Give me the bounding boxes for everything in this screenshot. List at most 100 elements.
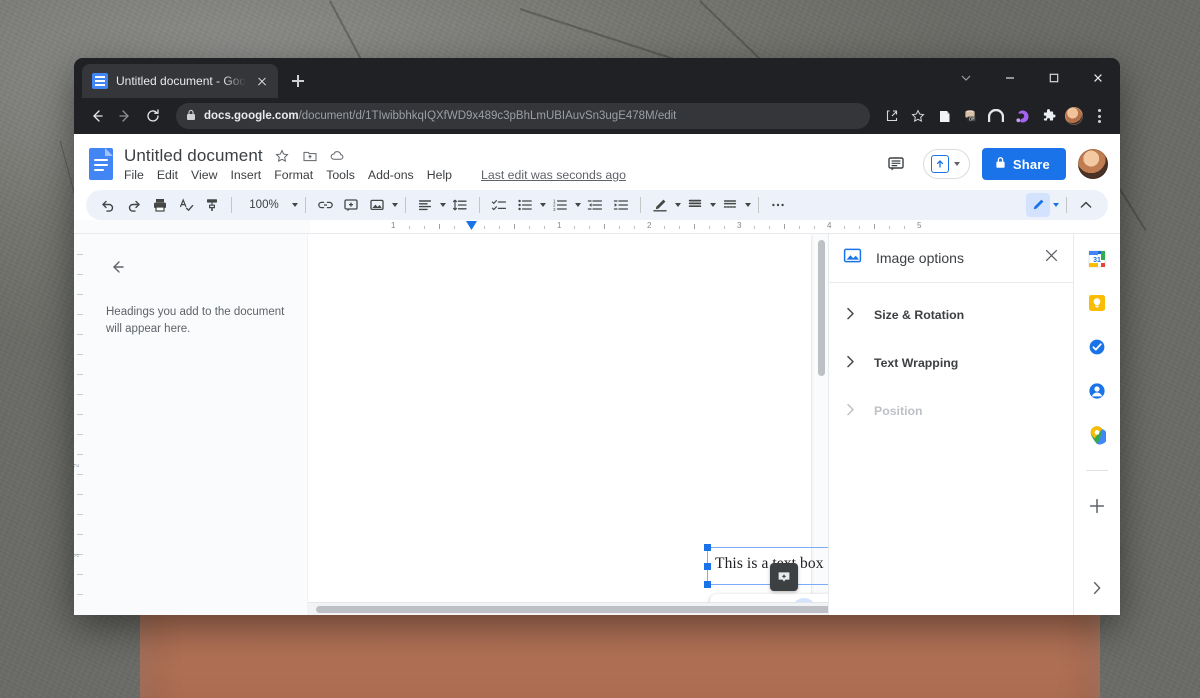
- document-title[interactable]: Untitled document: [124, 146, 263, 166]
- google-keep-icon[interactable]: [1086, 292, 1108, 314]
- horizontal-scroll-thumb[interactable]: [316, 606, 828, 613]
- minimize-button[interactable]: [988, 58, 1032, 98]
- share-button[interactable]: Share: [982, 148, 1066, 180]
- present-meet-button[interactable]: [923, 149, 970, 179]
- menu-insert[interactable]: Insert: [230, 168, 261, 182]
- close-window-button[interactable]: [1076, 58, 1120, 98]
- outline-collapse-back-icon[interactable]: [106, 256, 128, 278]
- reload-icon[interactable]: [140, 103, 166, 129]
- spellcheck-icon[interactable]: [174, 193, 198, 217]
- account-avatar[interactable]: [1078, 149, 1108, 179]
- toolbar-divider: [405, 197, 406, 213]
- borders-icon[interactable]: [718, 193, 742, 217]
- menu-format[interactable]: Format: [274, 168, 313, 182]
- more-options-icon[interactable]: [766, 193, 790, 217]
- resize-handle-bottom-left[interactable]: [704, 581, 711, 588]
- comment-history-icon[interactable]: [881, 149, 911, 179]
- close-icon[interactable]: [1044, 248, 1059, 268]
- page-extension-icon[interactable]: [932, 104, 956, 128]
- text-color-icon[interactable]: [648, 193, 672, 217]
- line-spacing-icon[interactable]: [448, 193, 472, 217]
- image-options-section-text-wrapping[interactable]: Text Wrapping: [829, 339, 1073, 387]
- tab-close-icon[interactable]: [254, 73, 270, 89]
- decrease-indent-icon[interactable]: [583, 193, 607, 217]
- forward-arrow-icon[interactable]: [112, 103, 138, 129]
- star-icon[interactable]: [273, 147, 291, 165]
- menu-tools[interactable]: Tools: [326, 168, 355, 182]
- menu-edit[interactable]: Edit: [157, 168, 178, 182]
- highlight-chevron-icon[interactable]: [710, 203, 716, 207]
- cloud-saved-icon[interactable]: [329, 147, 347, 165]
- highlight-icon[interactable]: [683, 193, 707, 217]
- editing-mode-chevron-icon[interactable]: [1053, 203, 1059, 207]
- editing-mode-icon[interactable]: [1026, 193, 1050, 217]
- back-arrow-icon[interactable]: [84, 103, 110, 129]
- undo-icon[interactable]: [96, 193, 120, 217]
- horizontal-ruler[interactable]: 1 1 2 3: [74, 220, 1120, 234]
- horizontal-scrollbar[interactable]: [308, 602, 828, 615]
- ruler-tick: [799, 226, 800, 229]
- increase-indent-icon[interactable]: [609, 193, 633, 217]
- browser-tab[interactable]: Untitled document - Google Doc: [82, 64, 278, 98]
- selected-text-box[interactable]: This is a text box: [707, 547, 828, 585]
- explore-button[interactable]: [770, 563, 798, 591]
- toolbar-divider: [640, 197, 641, 213]
- document-canvas[interactable]: This is a text box Edit: [308, 234, 828, 615]
- paint-format-icon[interactable]: [200, 193, 224, 217]
- borders-chevron-icon[interactable]: [745, 203, 751, 207]
- arch-extension-icon[interactable]: [984, 104, 1008, 128]
- share-icon[interactable]: [880, 104, 904, 128]
- chrome-browser-window: Untitled document - Google Doc: [74, 58, 1120, 615]
- vertical-scrollbar[interactable]: [818, 240, 825, 376]
- ruler-tick: [424, 226, 425, 229]
- puzzle-extensions-icon[interactable]: [1036, 104, 1060, 128]
- google-maps-icon[interactable]: [1086, 424, 1108, 446]
- numbered-list-icon[interactable]: 123: [548, 193, 572, 217]
- insert-link-icon[interactable]: [313, 193, 337, 217]
- docs-toolbar: 100%: [86, 190, 1108, 220]
- image-chevron-icon[interactable]: [392, 203, 398, 207]
- number-chevron-icon[interactable]: [575, 203, 581, 207]
- bullet-chevron-icon[interactable]: [540, 203, 546, 207]
- print-icon[interactable]: [148, 193, 172, 217]
- menu-help[interactable]: Help: [427, 168, 452, 182]
- menu-view[interactable]: View: [191, 168, 217, 182]
- ruler-tick: [709, 226, 710, 229]
- ruler-tick: [634, 226, 635, 229]
- resize-handle-middle-left[interactable]: [704, 563, 711, 570]
- add-comment-icon[interactable]: [339, 193, 363, 217]
- menu-file[interactable]: File: [124, 168, 144, 182]
- zoom-chevron-icon[interactable]: [292, 203, 298, 207]
- address-bar[interactable]: docs.google.com/document/d/1TIwibbhkqIQX…: [176, 103, 870, 129]
- last-edit-link[interactable]: Last edit was seconds ago: [481, 168, 626, 182]
- add-addon-button[interactable]: [1086, 495, 1108, 517]
- chrome-menu-kebab[interactable]: [1088, 105, 1110, 127]
- bookmark-star-icon[interactable]: [906, 104, 930, 128]
- image-options-section-size-rotation[interactable]: Size & Rotation: [829, 291, 1073, 339]
- new-tab-button[interactable]: [284, 67, 312, 95]
- align-chevron-icon[interactable]: [440, 203, 446, 207]
- tab-search-chevron-icon[interactable]: [944, 58, 988, 98]
- vertical-ruler[interactable]: 2 3: [74, 234, 86, 615]
- purple-extension-icon[interactable]: [1010, 104, 1034, 128]
- google-calendar-icon[interactable]: 31: [1086, 248, 1108, 270]
- text-color-chevron-icon[interactable]: [675, 203, 681, 207]
- profile-avatar[interactable]: [1062, 104, 1086, 128]
- redo-icon[interactable]: [122, 193, 146, 217]
- align-icon[interactable]: [413, 193, 437, 217]
- google-tasks-icon[interactable]: [1086, 336, 1108, 358]
- google-contacts-icon[interactable]: [1086, 380, 1108, 402]
- menu-add-ons[interactable]: Add-ons: [368, 168, 414, 182]
- resize-handle-top-left[interactable]: [704, 544, 711, 551]
- expand-side-panel-chevron-icon[interactable]: [1086, 577, 1108, 599]
- maximize-button[interactable]: [1032, 58, 1076, 98]
- google-docs-logo[interactable]: [86, 145, 116, 183]
- insert-image-icon[interactable]: [365, 193, 389, 217]
- bulleted-list-icon[interactable]: [513, 193, 537, 217]
- ruler-number: 1: [391, 221, 395, 230]
- checklist-icon[interactable]: [487, 193, 511, 217]
- move-to-folder-icon[interactable]: [301, 147, 319, 165]
- hide-menus-icon[interactable]: [1074, 193, 1098, 217]
- zoom-level[interactable]: 100%: [239, 199, 289, 211]
- off-toggle-extension-icon[interactable]: Off: [958, 104, 982, 128]
